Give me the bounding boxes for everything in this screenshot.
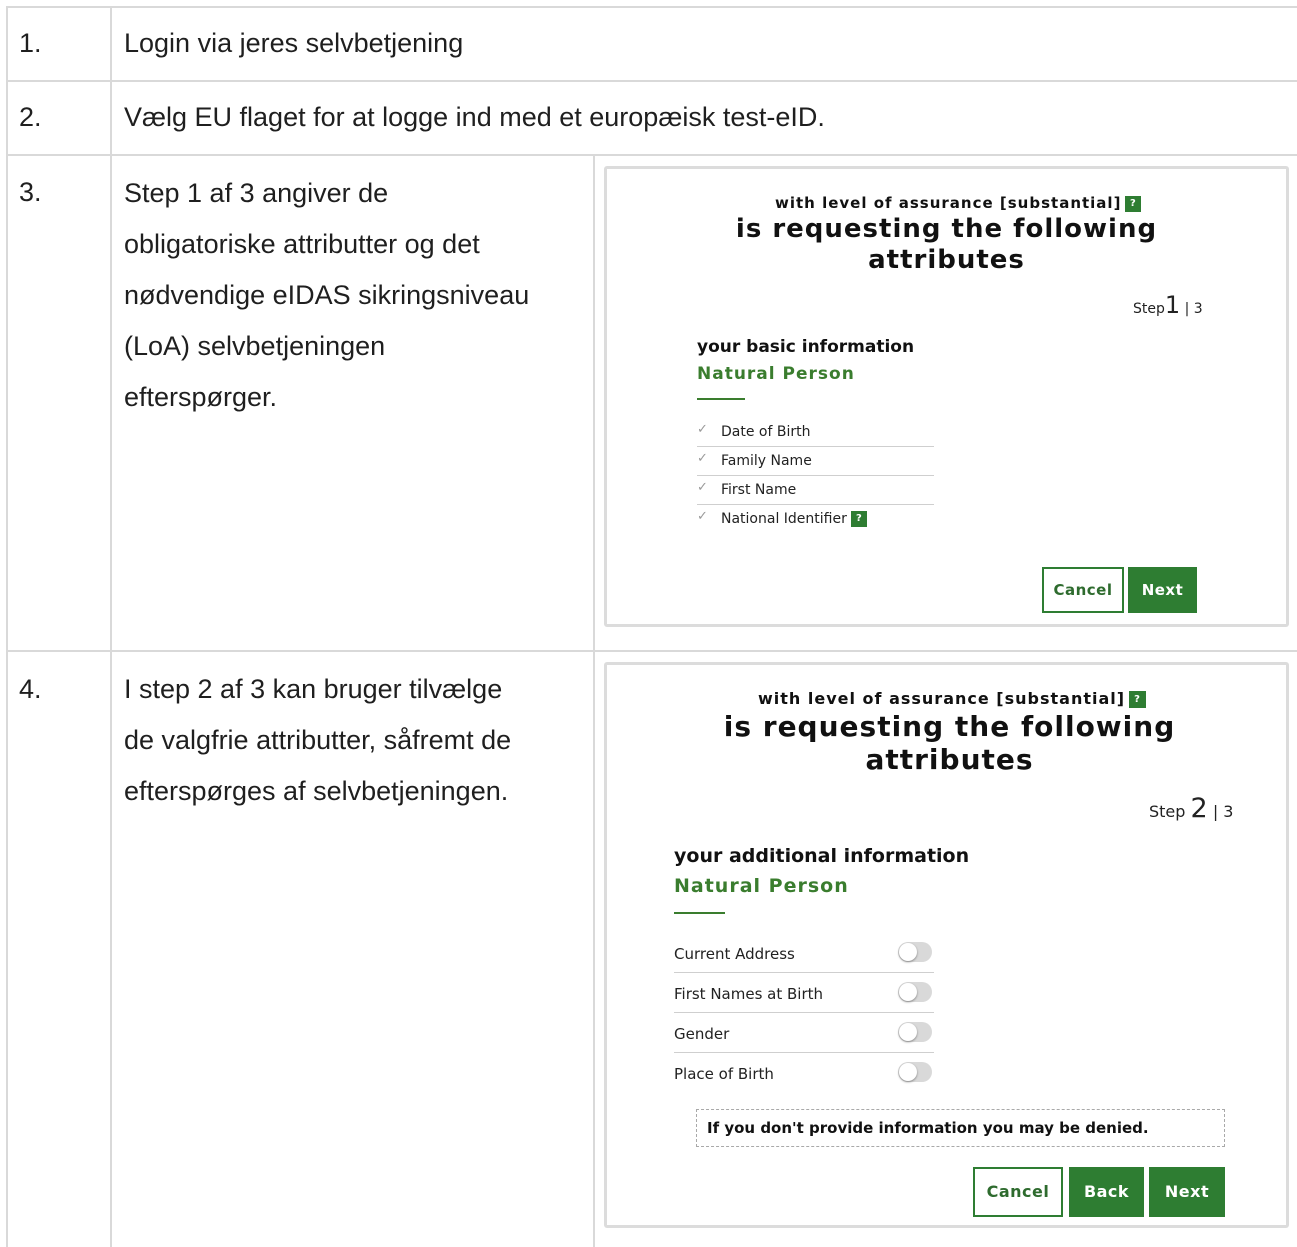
assurance-level-label: with level of assurance [substantial] xyxy=(775,194,1122,212)
section-underline xyxy=(697,398,745,400)
assurance-level-label: with level of assurance [substantial] xyxy=(758,689,1126,708)
attribute-row: ✓ Date of Birth xyxy=(697,418,934,447)
attribute-label: National Identifier? xyxy=(721,511,867,527)
instruction-table: 1. Login via jeres selvbetjening 2. Vælg… xyxy=(0,0,1297,1247)
section-subtitle: Natural Person xyxy=(697,364,855,384)
step-indicator: Step 2 | 3 xyxy=(1149,793,1233,824)
attribute-row: Gender xyxy=(674,1013,934,1053)
section-subtitle: Natural Person xyxy=(674,875,849,897)
check-icon: ✓ xyxy=(697,480,708,495)
check-icon: ✓ xyxy=(697,451,708,466)
column-divider xyxy=(6,6,8,1247)
denial-notice: If you don't provide information you may… xyxy=(696,1109,1225,1147)
cancel-button[interactable]: Cancel xyxy=(973,1167,1063,1217)
attribute-row: ✓ Family Name xyxy=(697,447,934,476)
toggle-knob xyxy=(899,943,917,961)
toggle-knob xyxy=(899,1023,917,1041)
assurance-level-text: with level of assurance [substantial]? xyxy=(775,194,1142,212)
attribute-label: Family Name xyxy=(721,453,812,469)
attribute-toggle[interactable] xyxy=(898,942,932,962)
row-number: 3. xyxy=(19,177,42,207)
attribute-label: Date of Birth xyxy=(721,424,811,440)
row-text-line: Step 1 af 3 angiver de xyxy=(124,178,389,208)
step2-screenshot: with level of assurance [substantial]? i… xyxy=(604,662,1289,1228)
row-text-line: I step 2 af 3 kan bruger tilvælge xyxy=(124,674,503,704)
attribute-label: Current Address xyxy=(674,945,795,963)
row-text-line: efterspørger. xyxy=(124,382,278,412)
toggle-knob xyxy=(899,983,917,1001)
row-text: I step 2 af 3 kan bruger tilvælge de val… xyxy=(124,664,584,817)
row-divider xyxy=(6,80,1297,82)
row-number: 2. xyxy=(19,102,42,132)
attribute-label: First Names at Birth xyxy=(674,985,824,1003)
step-label: Step xyxy=(1133,301,1165,317)
attribute-row: Current Address xyxy=(674,933,934,973)
attribute-row: ✓ First Name xyxy=(697,476,934,505)
next-button[interactable]: Next xyxy=(1128,567,1197,613)
row-divider xyxy=(6,6,1297,8)
next-button[interactable]: Next xyxy=(1149,1167,1225,1217)
step-number: 2 xyxy=(1190,793,1208,824)
attribute-label-text: National Identifier xyxy=(721,511,847,527)
attribute-row: Place of Birth xyxy=(674,1053,934,1093)
step-label: Step xyxy=(1149,802,1186,821)
attribute-toggle[interactable] xyxy=(898,1022,932,1042)
step-total: | 3 xyxy=(1212,802,1234,821)
row-text: Step 1 af 3 angiver de obligatoriske att… xyxy=(124,168,584,423)
page-heading-line: is requesting the following xyxy=(735,214,1158,244)
page-heading: is requesting the following attributes xyxy=(607,710,1292,776)
row-text: Vælg EU flaget for at logge ind med et e… xyxy=(124,102,825,132)
toggle-knob xyxy=(899,1063,917,1081)
attribute-label: Place of Birth xyxy=(674,1065,774,1083)
row-text-line: de valgfrie attributter, såfremt de xyxy=(124,725,512,755)
row-text-line: efterspørges af selvbetjeningen. xyxy=(124,776,509,806)
help-icon[interactable]: ? xyxy=(850,511,867,527)
section-underline xyxy=(674,912,725,914)
row-divider xyxy=(6,650,1297,652)
attribute-toggle[interactable] xyxy=(898,982,932,1002)
help-icon[interactable]: ? xyxy=(1125,195,1142,212)
attribute-toggle[interactable] xyxy=(898,1062,932,1082)
cancel-button[interactable]: Cancel xyxy=(1042,567,1124,613)
attribute-row: ✓ National Identifier? xyxy=(697,505,934,534)
page-heading-line: attributes xyxy=(868,245,1025,275)
row-text-line: nødvendige eIDAS sikringsniveau xyxy=(124,280,530,310)
row-number: 4. xyxy=(19,674,42,704)
page-heading-line: is requesting the following xyxy=(723,710,1176,743)
attribute-label: Gender xyxy=(674,1025,730,1043)
row-divider xyxy=(6,154,1297,156)
check-icon: ✓ xyxy=(697,509,708,524)
step1-screenshot: with level of assurance [substantial]? i… xyxy=(604,166,1289,627)
row-text-line: (LoA) selvbetjeningen xyxy=(124,331,386,361)
column-divider xyxy=(110,6,112,1247)
attribute-row: First Names at Birth xyxy=(674,973,934,1013)
assurance-level-text: with level of assurance [substantial]? xyxy=(758,689,1147,708)
row-text-line: obligatoriske attributter og det xyxy=(124,229,480,259)
page-heading-line: attributes xyxy=(865,743,1034,776)
page-heading: is requesting the following attributes xyxy=(607,214,1286,276)
section-title: your basic information xyxy=(697,337,915,357)
column-divider xyxy=(593,154,595,1247)
back-button[interactable]: Back xyxy=(1069,1167,1144,1217)
row-text: Login via jeres selvbetjening xyxy=(124,28,464,58)
row-number: 1. xyxy=(19,28,42,58)
attribute-label: First Name xyxy=(721,482,797,498)
step-indicator: Step1 | 3 xyxy=(1133,291,1203,319)
check-icon: ✓ xyxy=(697,422,708,437)
step-total: | 3 xyxy=(1184,301,1203,317)
help-icon[interactable]: ? xyxy=(1129,691,1147,708)
section-title: your additional information xyxy=(674,845,970,867)
step-number: 1 xyxy=(1164,291,1181,319)
